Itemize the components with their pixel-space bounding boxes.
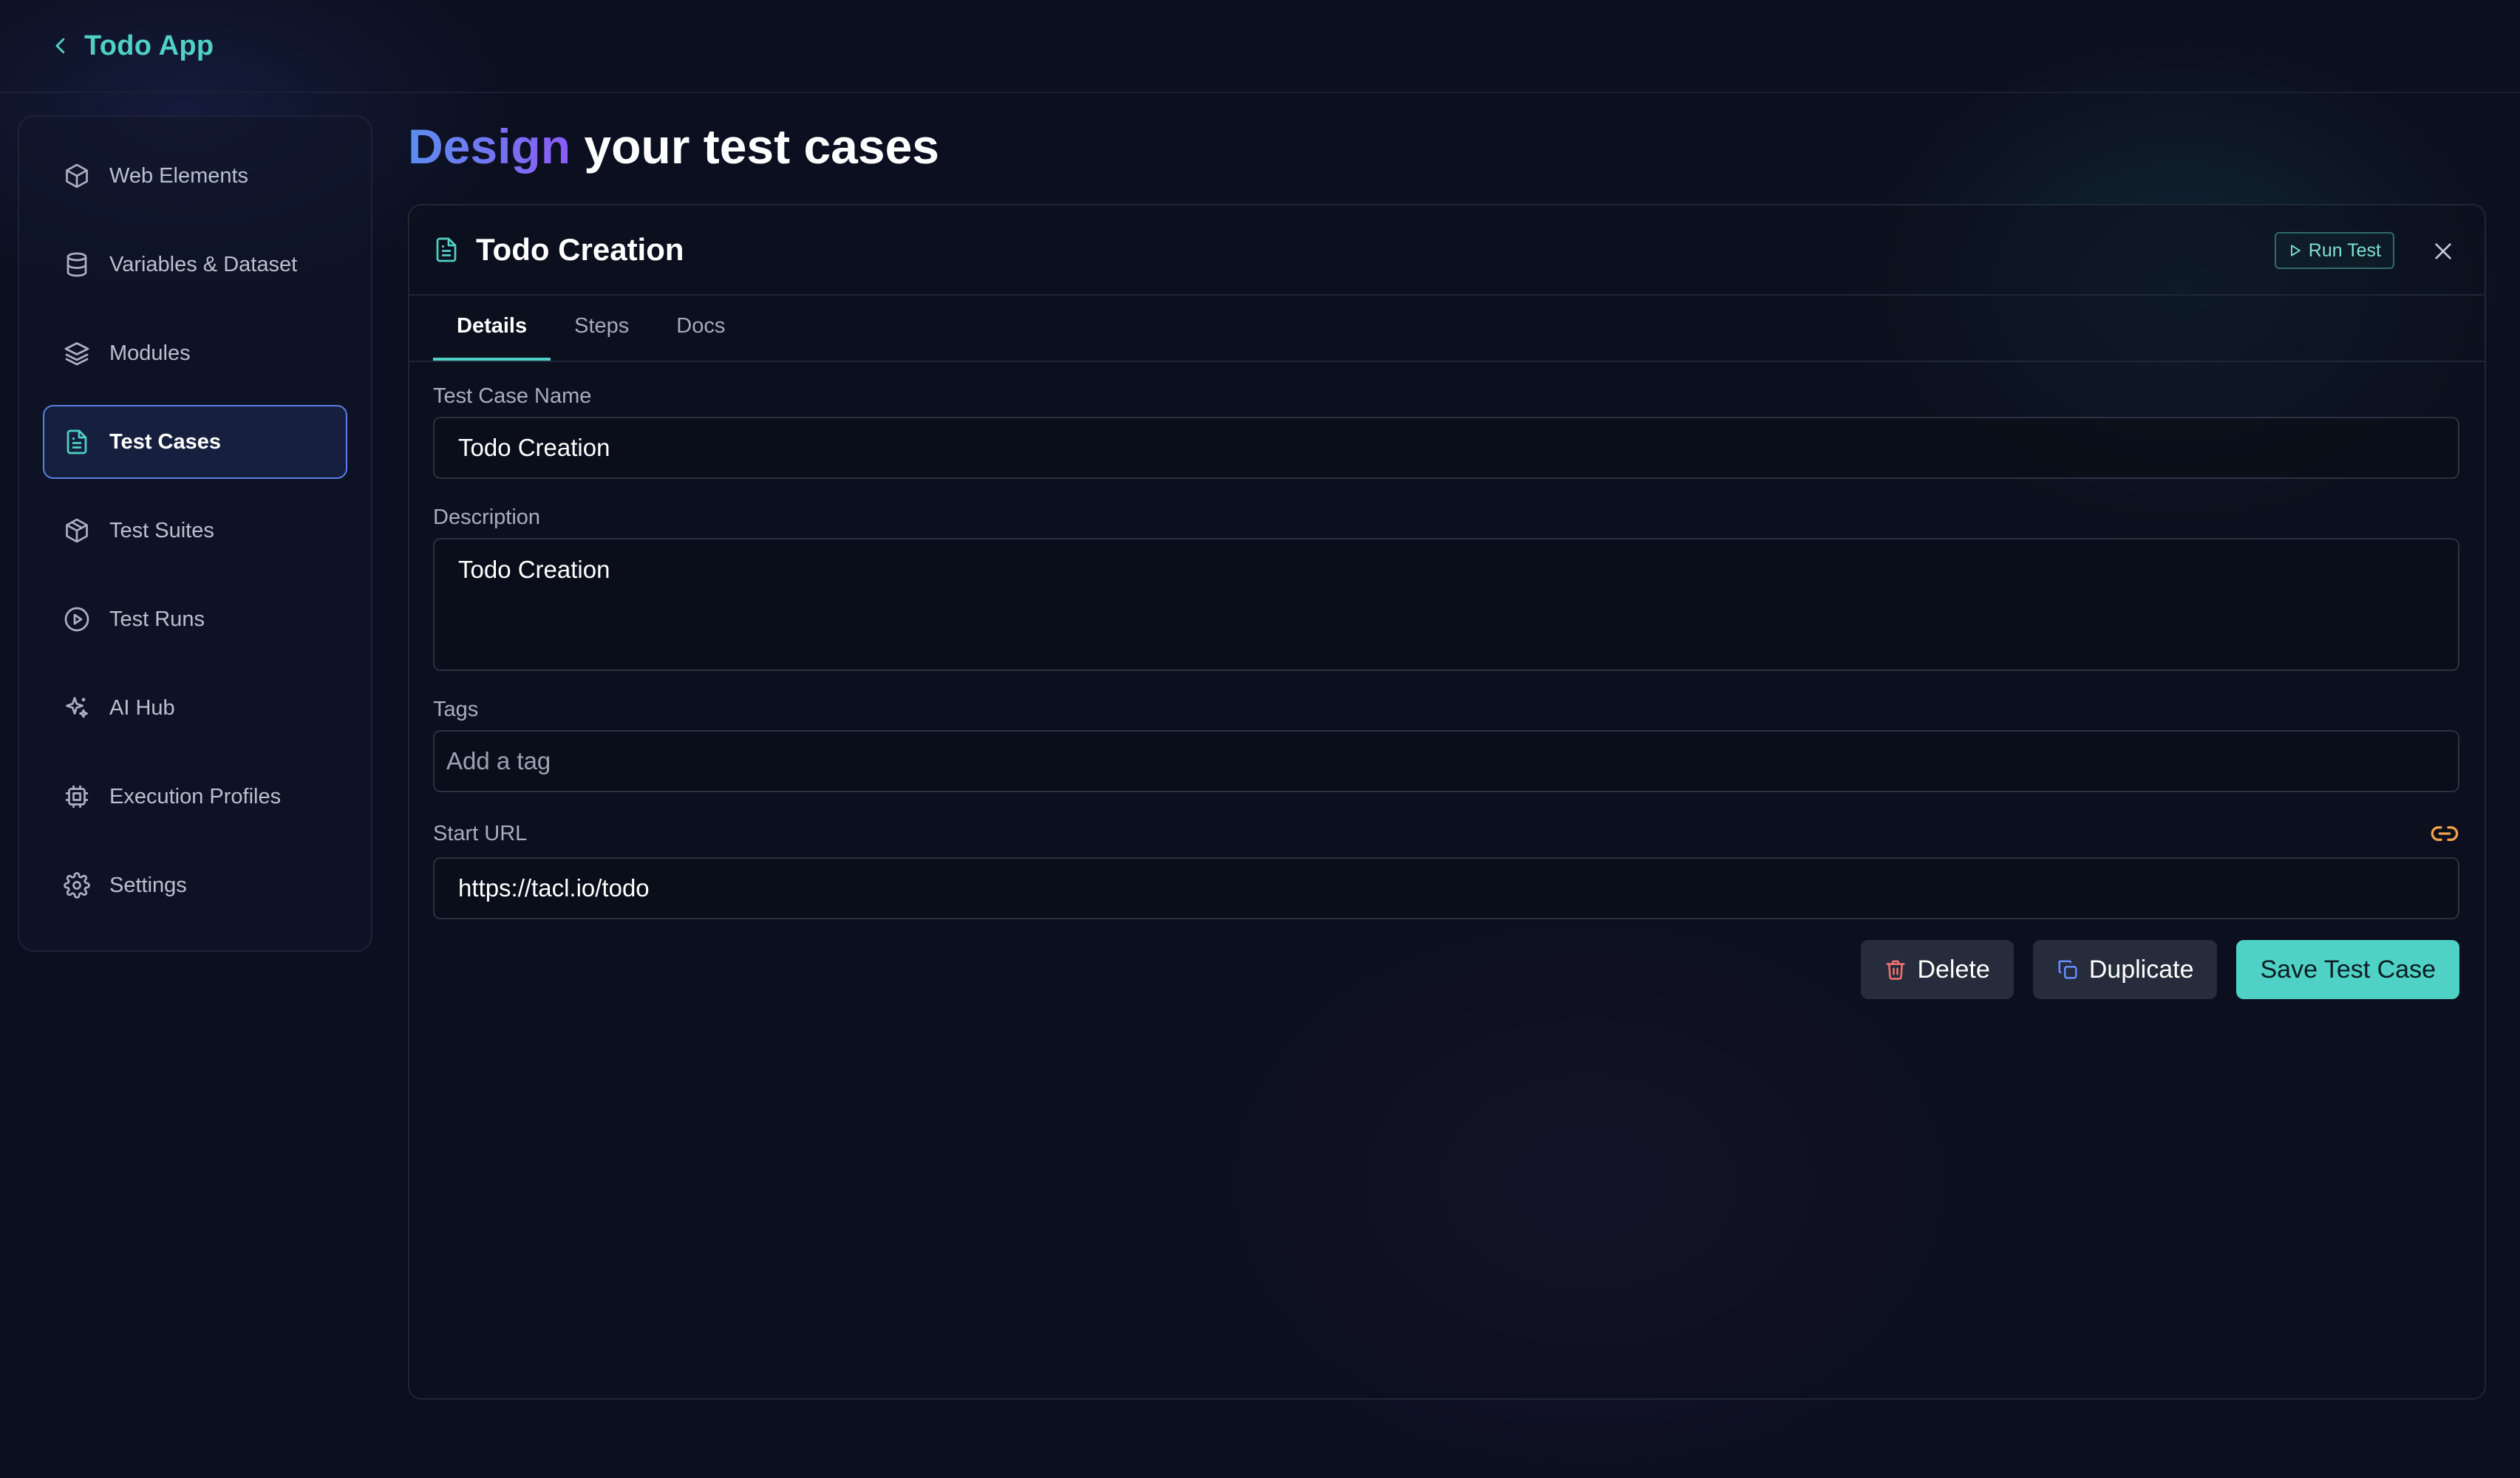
gear-icon [62,871,92,900]
sidebar-item-test-cases[interactable]: Test Cases [43,405,347,479]
copy-icon [2058,960,2077,979]
run-test-button[interactable]: Run Test [2274,232,2394,269]
tags-input[interactable] [433,730,2459,792]
document-icon [62,427,92,457]
close-icon [2435,243,2451,259]
start-url-label: Start URL [433,822,528,845]
sidebar-item-execution-profiles[interactable]: Execution Profiles [43,760,347,834]
trash-icon [1886,960,1905,980]
card-header: Todo Creation Run Test [409,205,2485,296]
cpu-icon [62,782,92,811]
sidebar-item-test-suites[interactable]: Test Suites [43,494,347,568]
card-title: Todo Creation [476,232,684,267]
package-icon [62,516,92,545]
link-icon[interactable] [2430,819,2459,848]
sidebar-item-ai-hub[interactable]: AI Hub [43,671,347,745]
sparkles-icon [62,693,92,723]
sidebar-item-variables-dataset[interactable]: Variables & Dataset [43,228,347,302]
sidebar-item-web-elements[interactable]: Web Elements [43,139,347,213]
tab-steps[interactable]: Steps [551,294,653,361]
sidebar-item-label: Test Suites [109,518,214,542]
sidebar-item-label: Web Elements [109,163,249,188]
sidebar-item-modules[interactable]: Modules [43,316,347,390]
sidebar-item-label: Variables & Dataset [109,252,298,276]
top-bar: Todo App [0,0,2520,93]
tab-details[interactable]: Details [433,294,551,361]
sidebar-item-label: AI Hub [109,695,175,720]
cube-icon [62,161,92,191]
sidebar-item-settings[interactable]: Settings [43,848,347,922]
save-test-case-button[interactable]: Save Test Case [2236,940,2459,999]
sidebar-item-label: Settings [109,873,187,897]
back-button[interactable] [47,33,74,59]
test-case-card: Todo Creation Run Test Details Steps Doc… [408,204,2486,1400]
run-test-label: Run Test [2308,239,2381,261]
close-button[interactable] [2428,236,2458,266]
start-url-input[interactable] [433,857,2459,919]
document-icon [433,235,463,265]
delete-button[interactable]: Delete [1861,940,2014,999]
tab-bar: Details Steps Docs [409,296,2485,362]
description-textarea[interactable]: Todo Creation [433,538,2459,671]
duplicate-button[interactable]: Duplicate [2032,940,2218,999]
details-form: Test Case Name Description Todo Creation… [409,362,2485,999]
play-circle-icon [62,605,92,634]
sidebar: Web Elements Variables & Dataset Modules… [18,115,372,952]
sidebar-item-label: Test Runs [109,607,205,631]
name-label: Test Case Name [433,384,592,408]
sidebar-item-label: Execution Profiles [109,784,282,808]
app-title[interactable]: Todo App [84,30,214,62]
database-icon [62,250,92,279]
test-case-name-input[interactable] [433,417,2459,479]
duplicate-label: Duplicate [2088,955,2194,984]
play-icon [2290,245,2301,256]
chevron-left-icon [55,38,65,54]
page-title-accent: Design [408,119,571,174]
delete-label: Delete [1917,955,1990,984]
sidebar-item-label: Modules [109,341,191,365]
sidebar-item-label: Test Cases [109,429,221,454]
page-title: Design your test cases [408,118,939,174]
description-label: Description [433,505,541,529]
sidebar-item-test-runs[interactable]: Test Runs [43,582,347,656]
page-title-rest: your test cases [571,119,939,174]
tab-docs[interactable]: Docs [653,294,749,361]
layers-icon [62,338,92,368]
form-actions: Delete Duplicate Save Test Case [433,940,2459,999]
tags-label: Tags [433,698,479,721]
